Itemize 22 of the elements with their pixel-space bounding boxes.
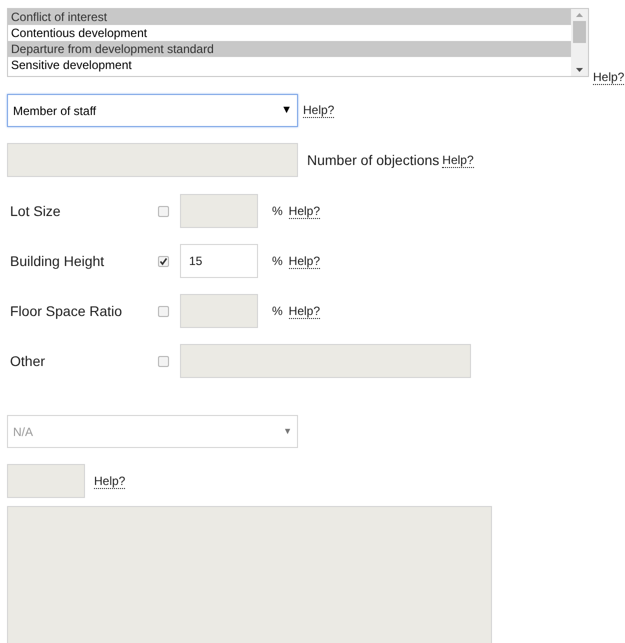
unit-label: % xyxy=(272,253,283,270)
checkbox[interactable] xyxy=(158,256,169,266)
scroll-bar[interactable] xyxy=(571,9,588,76)
list-option[interactable]: Departure from development standard xyxy=(8,41,571,57)
field-label: Building Height xyxy=(9,252,106,271)
dropdown-value: N/A xyxy=(13,424,34,440)
help-link[interactable]: Help? xyxy=(288,254,320,268)
dropdown-value: Member of staff xyxy=(13,102,96,120)
field-label: Lot Size xyxy=(9,202,62,220)
help-link[interactable]: Help? xyxy=(303,103,334,118)
list-option[interactable]: Conflict of interest xyxy=(8,9,571,25)
help-link[interactable]: Help? xyxy=(593,70,624,85)
input-field[interactable]: 15 xyxy=(180,244,258,278)
dropdown[interactable]: Member of staff ▼ xyxy=(7,94,298,127)
list-box[interactable]: Conflict of interest Contentious development Departure from development standard Sensitive development xyxy=(7,8,589,77)
unit-label: % xyxy=(272,203,283,220)
field-label: Floor Space Ratio xyxy=(9,302,124,321)
field-label: Other xyxy=(9,352,46,370)
caret-icon: ▼ xyxy=(283,424,292,438)
field-label: Number of objections xyxy=(307,150,440,170)
unit-label: % xyxy=(272,303,283,320)
caret-icon: ▼ xyxy=(281,102,292,119)
